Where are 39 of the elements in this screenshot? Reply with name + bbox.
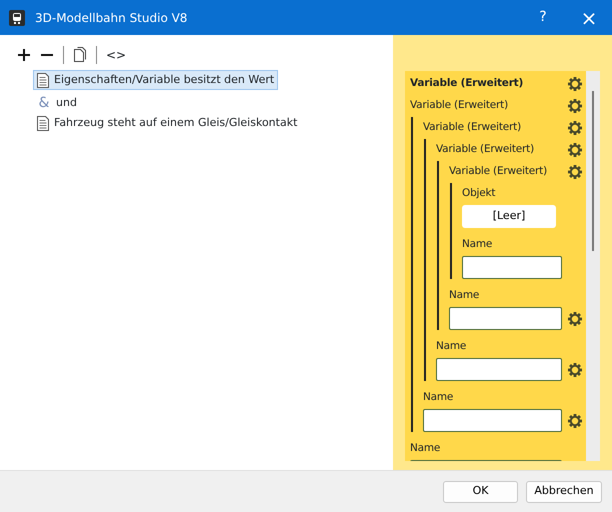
name-field[interactable]	[462, 256, 562, 279]
ok-button[interactable]: OK	[443, 480, 518, 502]
field-label: Name	[462, 237, 492, 252]
scrollbar[interactable]	[586, 71, 600, 461]
name-field[interactable]	[423, 409, 562, 432]
name-field[interactable]	[449, 307, 562, 330]
block-title: Variable (Erweitert)	[436, 142, 534, 158]
app-icon	[9, 10, 25, 26]
field-label: Name	[410, 441, 440, 456]
tree-item[interactable]: Eigenschaften/Variable besitzt den Wert	[33, 70, 278, 90]
document-icon	[37, 72, 49, 88]
tree-item[interactable]: & und	[33, 93, 81, 113]
settings-icon[interactable]	[568, 143, 582, 157]
cancel-button[interactable]: Abbrechen	[526, 480, 602, 502]
settings-icon[interactable]	[568, 312, 582, 326]
panel-title: Variable (Erweitert)	[410, 76, 524, 92]
block-title: Variable (Erweitert)	[423, 120, 521, 136]
settings-icon[interactable]	[568, 99, 582, 113]
settings-icon[interactable]	[568, 414, 582, 428]
settings-icon[interactable]	[568, 165, 582, 179]
help-button[interactable]: ?	[520, 0, 566, 35]
code-toggle-button[interactable]: <>	[106, 45, 126, 65]
copy-icon[interactable]	[73, 45, 87, 65]
and-operator-icon: &	[37, 92, 51, 114]
close-button[interactable]: ×	[566, 0, 612, 35]
field-label: Name	[449, 288, 480, 304]
name-field[interactable]	[436, 358, 562, 381]
settings-icon[interactable]	[568, 77, 582, 91]
settings-icon[interactable]	[568, 121, 582, 135]
field-label: Name	[436, 339, 466, 354]
object-button[interactable]: [Leer]	[462, 205, 556, 228]
block-title: Variable (Erweitert)	[410, 98, 508, 114]
field-label: Objekt	[462, 186, 496, 202]
settings-icon[interactable]	[568, 362, 582, 376]
block-title: Variable (Erweitert)	[449, 164, 547, 180]
document-icon	[37, 116, 49, 130]
field-label: Name	[423, 390, 454, 406]
tree-item[interactable]: Fahrzeug steht auf einem Gleis/Gleiskontakt	[33, 113, 302, 133]
window-title: 3D-Modellbahn Studio V8	[35, 10, 188, 26]
